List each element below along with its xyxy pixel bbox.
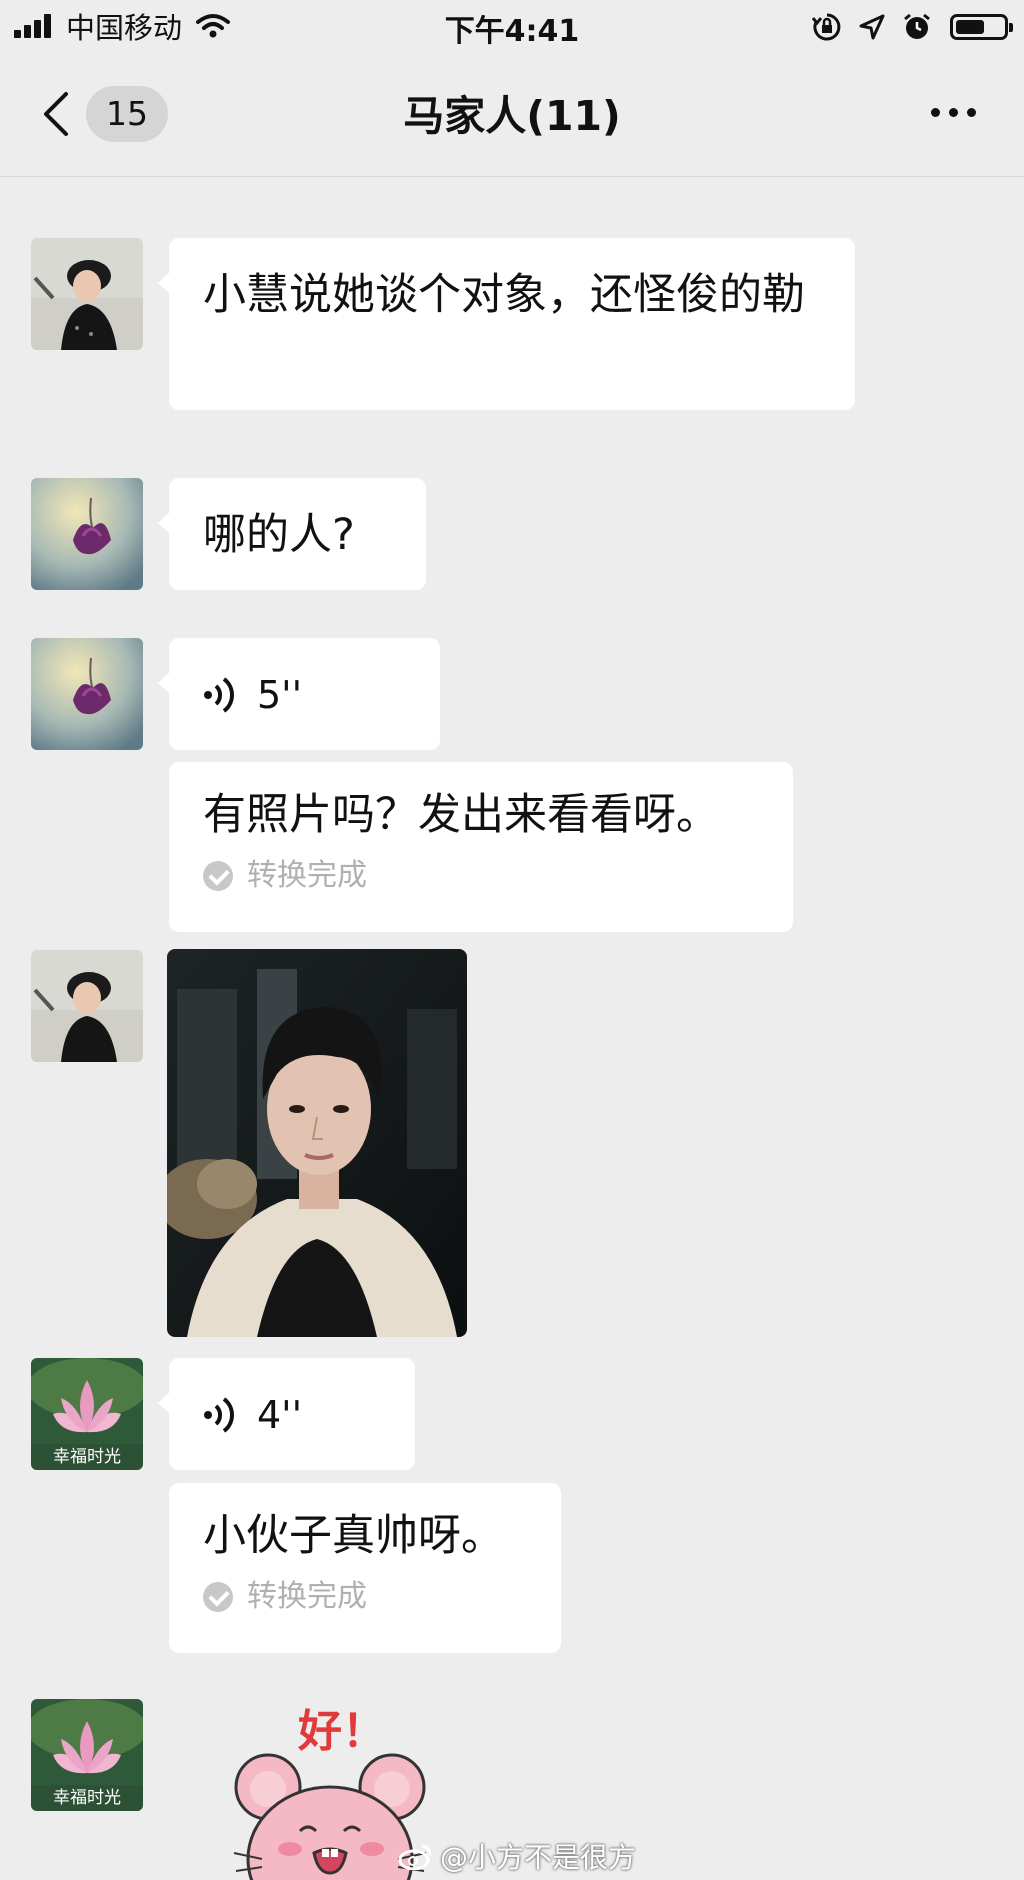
- location-icon: [859, 14, 885, 40]
- voice-duration: 5'': [257, 673, 303, 717]
- more-dots-icon[interactable]: [922, 108, 976, 117]
- orientation-lock-icon: [812, 13, 841, 41]
- portrait-photo[interactable]: [167, 949, 467, 1337]
- avatar-purple-flower[interactable]: [31, 478, 143, 590]
- watermark: @小方不是很方: [398, 1836, 636, 1876]
- chat-header: 15 马家人(11): [0, 54, 1024, 177]
- check-circle-icon: [203, 861, 233, 891]
- message-text: 哪的人?: [203, 510, 355, 560]
- avatar-caption: 幸福时光: [53, 1788, 121, 1808]
- voice-message-bubble[interactable]: 5'': [158, 638, 440, 750]
- transcript-status: 转换完成: [203, 858, 759, 894]
- alarm-icon: [904, 13, 930, 39]
- avatar-purple-flower[interactable]: [31, 638, 143, 750]
- chat-title: 马家人(11): [403, 92, 621, 140]
- transcript-status-label: 转换完成: [247, 1579, 367, 1614]
- message-text: 小慧说她谈个对象，还怪俊的勒: [203, 270, 805, 320]
- transcript-status-label: 转换完成: [247, 858, 367, 893]
- status-bar: 中国移动 下午4:41: [0, 0, 1024, 54]
- avatar-man-photo[interactable]: [31, 950, 143, 1062]
- voice-duration: 4'': [257, 1393, 303, 1437]
- transcript-text: 有照片吗？发出来看看呀。: [203, 790, 719, 840]
- battery-icon: [950, 14, 1013, 40]
- chat-messages[interactable]: 小慧说她谈个对象，还怪俊的勒 哪的人? 5'' 有照片吗？发出来看看呀。 转换完…: [0, 177, 1024, 1880]
- avatar-caption: 幸福时光: [53, 1447, 121, 1467]
- avatar-lotus[interactable]: 幸福时光: [31, 1358, 143, 1470]
- transcript-text: 小伙子真帅呀。: [203, 1511, 504, 1561]
- avatar-lotus[interactable]: 幸福时光: [31, 1699, 143, 1811]
- weibo-icon: [398, 1844, 432, 1870]
- voice-message-bubble[interactable]: 4'': [158, 1358, 415, 1470]
- voice-transcript-bubble[interactable]: 有照片吗？发出来看看呀。 转换完成: [169, 762, 793, 932]
- watermark-text: @小方不是很方: [440, 1841, 637, 1874]
- voice-wave-icon: [204, 1397, 234, 1433]
- voice-wave-icon: [204, 677, 234, 713]
- avatar-man-photo[interactable]: [31, 238, 143, 350]
- message-bubble[interactable]: 小慧说她谈个对象，还怪俊的勒: [158, 238, 855, 410]
- voice-transcript-bubble[interactable]: 小伙子真帅呀。 转换完成: [169, 1483, 561, 1653]
- message-bubble[interactable]: 哪的人?: [158, 478, 426, 590]
- transcript-status: 转换完成: [203, 1579, 527, 1615]
- check-circle-icon: [203, 1582, 233, 1612]
